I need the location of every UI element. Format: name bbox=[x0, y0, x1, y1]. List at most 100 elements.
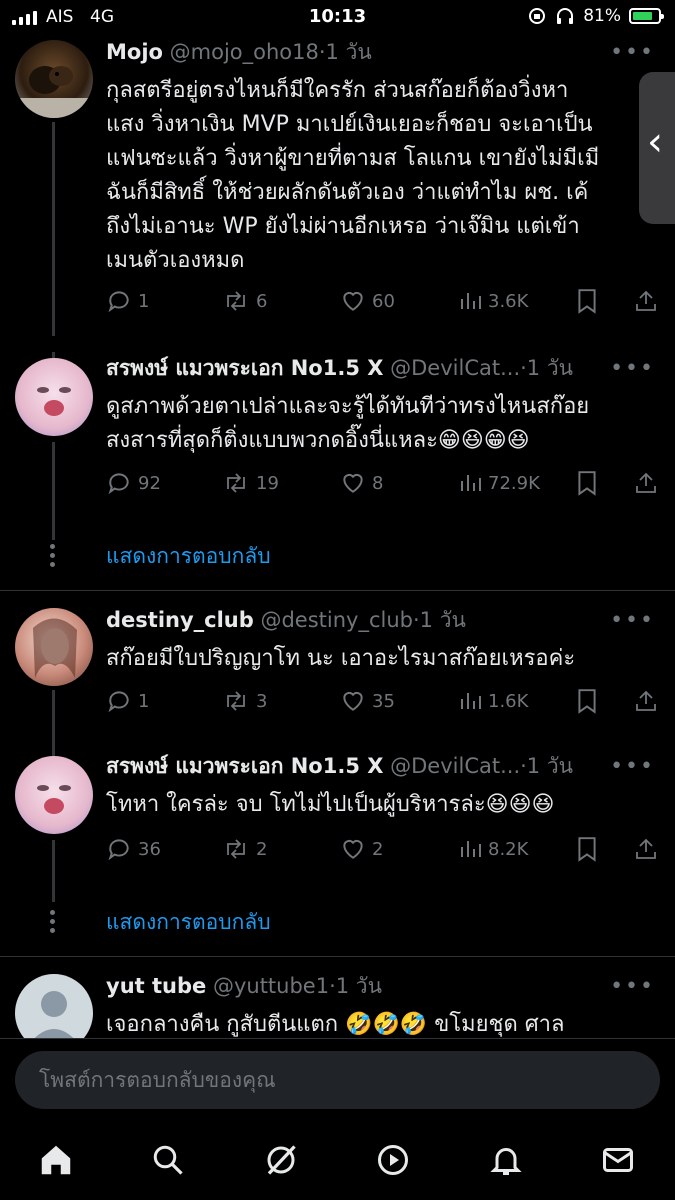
heart-icon bbox=[343, 473, 363, 493]
share-button[interactable] bbox=[634, 284, 658, 318]
views-button[interactable]: 72.9K bbox=[458, 466, 540, 500]
author-handle[interactable]: @DevilCat... bbox=[390, 754, 520, 778]
thread-line bbox=[52, 690, 55, 730]
reply-icon bbox=[108, 839, 129, 861]
views-button[interactable]: 8.2K bbox=[458, 832, 528, 866]
reply-composer bbox=[0, 1038, 675, 1124]
more-options-icon[interactable]: ••• bbox=[610, 754, 655, 779]
retweet-button[interactable]: 19 bbox=[222, 466, 279, 500]
author-name[interactable]: สรพงษ์ แมวพระเอก No1.5 X bbox=[106, 356, 383, 380]
tweet-text: เจอกลางคืน กูสับตีนแตก 🤣🤣🤣 ขโมยชุด ศาล bbox=[106, 1012, 565, 1037]
author-handle[interactable]: @destiny_club bbox=[260, 608, 413, 632]
share-icon bbox=[636, 290, 656, 311]
retweet-icon bbox=[227, 291, 245, 311]
tweet[interactable]: Mojo @mojo_oho18·1 วัน ••• กุลสตรีอยู่ตร… bbox=[0, 36, 675, 336]
tweet-text: ดูสภาพด้วยตาเปล่าและจะรู้ได้ทันทีว่าทรงไ… bbox=[106, 394, 590, 453]
retweet-icon bbox=[227, 691, 245, 711]
retweet-button[interactable]: 6 bbox=[222, 284, 267, 318]
status-bar: AIS 4G 10:13 81% bbox=[0, 0, 675, 36]
tweet[interactable]: destiny_club @destiny_club·1 วัน ••• สก๊… bbox=[0, 604, 675, 730]
thread-line bbox=[52, 442, 55, 540]
retweet-icon bbox=[227, 839, 245, 859]
bookmark-icon bbox=[578, 689, 596, 714]
author-name[interactable]: destiny_club bbox=[106, 608, 254, 632]
more-options-icon[interactable]: ••• bbox=[610, 608, 655, 633]
more-options-icon[interactable]: ••• bbox=[610, 40, 655, 65]
bookmark-icon bbox=[578, 837, 596, 862]
thread-continuation-dots bbox=[50, 910, 56, 937]
share-button[interactable] bbox=[634, 466, 658, 500]
battery-percent: 81% bbox=[583, 6, 621, 26]
show-replies-link[interactable]: แสดงการตอบกลับ bbox=[106, 540, 271, 573]
avatar[interactable] bbox=[15, 40, 93, 118]
tab-search[interactable] bbox=[143, 1138, 193, 1182]
more-options-icon[interactable]: ••• bbox=[610, 974, 655, 999]
like-button[interactable]: 2 bbox=[340, 832, 383, 866]
reply-icon bbox=[108, 691, 129, 713]
author-name[interactable]: yut tube bbox=[106, 974, 206, 998]
thread-line bbox=[52, 840, 55, 902]
tab-notifications[interactable] bbox=[481, 1138, 531, 1182]
reply-button[interactable]: 92 bbox=[106, 466, 161, 500]
like-button[interactable]: 35 bbox=[340, 684, 395, 718]
author-name[interactable]: สรพงษ์ แมวพระเอก No1.5 X bbox=[106, 754, 383, 778]
tweet-text: กุลสตรีอยู่ตรงไหนก็มีใครรัก ส่วนสก๊อยก็ต… bbox=[106, 78, 600, 273]
post-time: ·1 วัน bbox=[413, 608, 466, 632]
orientation-lock-icon bbox=[529, 8, 546, 24]
avatar[interactable] bbox=[15, 608, 93, 686]
bookmark-button[interactable] bbox=[576, 684, 598, 718]
tweet-text: สก๊อยมีใบปริญญาโท นะ เอาอะไรมาสก๊อยเหรอค… bbox=[106, 646, 576, 671]
retweet-button[interactable]: 2 bbox=[222, 832, 267, 866]
tweet-actions: 1 6 60 3.6K bbox=[106, 284, 662, 318]
divider bbox=[0, 590, 675, 591]
tweet[interactable]: สรพงษ์ แมวพระเอก No1.5 X @DevilCat...·1 … bbox=[0, 730, 675, 902]
tweet-text: โทหา ใครล่ะ จบ โทไม่ไปเป็นผู้บริหารล่ะ😆😆… bbox=[106, 792, 555, 817]
tab-messages[interactable] bbox=[593, 1138, 643, 1182]
grok-icon bbox=[267, 1145, 296, 1175]
views-button[interactable]: 3.6K bbox=[458, 284, 528, 318]
author-handle[interactable]: @DevilCat... bbox=[390, 356, 520, 380]
tweet-actions: 92 19 8 72.9K bbox=[106, 466, 662, 500]
messages-icon bbox=[603, 1148, 633, 1172]
default-avatar-icon bbox=[34, 991, 74, 1038]
bookmark-button[interactable] bbox=[576, 284, 598, 318]
like-button[interactable]: 60 bbox=[340, 284, 395, 318]
bottom-tab-bar bbox=[0, 1124, 675, 1200]
reply-button[interactable]: 36 bbox=[106, 832, 161, 866]
headphones-icon bbox=[557, 8, 574, 24]
reply-icon bbox=[108, 291, 129, 313]
bookmark-button[interactable] bbox=[576, 466, 598, 500]
tab-home[interactable] bbox=[31, 1138, 81, 1182]
battery-icon bbox=[629, 8, 664, 24]
views-icon bbox=[461, 475, 481, 491]
avatar[interactable] bbox=[15, 358, 93, 436]
avatar[interactable] bbox=[15, 756, 93, 834]
share-button[interactable] bbox=[634, 684, 658, 718]
show-replies-link[interactable]: แสดงการตอบกลับ bbox=[106, 906, 271, 939]
side-panel-handle[interactable]: ‹ bbox=[639, 72, 675, 224]
reply-button[interactable]: 1 bbox=[106, 684, 149, 718]
bookmark-button[interactable] bbox=[576, 832, 598, 866]
tweet[interactable]: yut tube @yuttube1·1 วัน ••• เจอกลางคืน … bbox=[0, 970, 675, 1038]
retweet-button[interactable]: 3 bbox=[222, 684, 267, 718]
post-time: ·1 วัน bbox=[318, 40, 372, 64]
reply-input[interactable] bbox=[15, 1051, 660, 1109]
replies-feed[interactable]: Mojo @mojo_oho18·1 วัน ••• กุลสตรีอยู่ตร… bbox=[0, 36, 675, 1038]
thread-line bbox=[52, 730, 55, 758]
author-handle[interactable]: @yuttube1 bbox=[213, 974, 329, 998]
like-button[interactable]: 8 bbox=[340, 466, 383, 500]
views-button[interactable]: 1.6K bbox=[458, 684, 528, 718]
author-name[interactable]: Mojo bbox=[106, 40, 163, 64]
tweet[interactable]: สรพงษ์ แมวพระเอก No1.5 X @DevilCat...·1 … bbox=[0, 352, 675, 540]
more-options-icon[interactable]: ••• bbox=[610, 356, 655, 381]
home-icon bbox=[41, 1145, 71, 1175]
views-icon bbox=[461, 841, 481, 857]
share-button[interactable] bbox=[634, 832, 658, 866]
thread-continuation-dots bbox=[50, 544, 56, 571]
tab-video[interactable] bbox=[368, 1138, 418, 1182]
reply-button[interactable]: 1 bbox=[106, 284, 149, 318]
tab-grok[interactable] bbox=[256, 1138, 306, 1182]
divider bbox=[0, 956, 675, 957]
avatar[interactable] bbox=[15, 974, 93, 1038]
author-handle[interactable]: @mojo_oho18 bbox=[170, 40, 319, 64]
